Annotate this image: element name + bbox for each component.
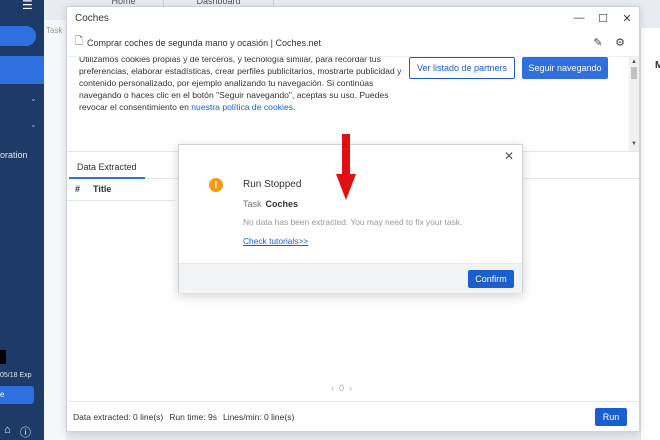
scroll-up-icon[interactable]: ▲	[631, 59, 637, 65]
tutorials-link[interactable]: Check tutorials>>	[243, 236, 308, 246]
continue-browsing-button[interactable]: Seguir navegando	[522, 57, 608, 79]
menu-icon[interactable]: ☰	[22, 0, 36, 11]
status-bar: Data extracted: 0 line(s) Run time: 9s L…	[67, 401, 639, 431]
next-page-icon[interactable]: ›	[349, 383, 352, 393]
home-icon[interactable]: ⌂	[4, 424, 11, 436]
right-edge-letter: M	[655, 60, 660, 71]
url-bar: 🗋 Comprar coches de segunda mano y ocasi…	[67, 29, 639, 57]
chevron-down-icon[interactable]: ⌄	[30, 94, 37, 103]
gear-icon[interactable]: ⚙	[609, 36, 631, 49]
sidebar-new-button[interactable]	[0, 26, 36, 46]
run-time: Run time: 9s	[169, 411, 217, 422]
dialog-footer: Confirm	[179, 263, 522, 293]
page-number: 0	[339, 383, 345, 393]
scrollbar-thumb[interactable]	[631, 67, 637, 79]
avatar	[0, 350, 6, 364]
page-title: Comprar coches de segunda mano y ocasión…	[87, 37, 322, 48]
background-task-panel: Task	[44, 20, 66, 440]
upgrade-button[interactable]: e	[0, 386, 34, 404]
minimize-icon[interactable]: —	[567, 12, 591, 24]
dialog-title: Run Stopped	[243, 179, 302, 190]
table-header: # Title	[67, 179, 175, 201]
scroll-down-icon[interactable]: ▼	[631, 141, 637, 147]
window-title: Coches	[75, 12, 109, 24]
sidebar-item-label[interactable]: oration	[0, 150, 44, 160]
close-icon[interactable]: ✕	[615, 12, 639, 25]
dialog-message: No data has been extracted. You may need…	[243, 217, 463, 227]
cookie-notice: Utilizamos cookies propias y de terceros…	[79, 57, 404, 113]
annotation-arrow-icon	[336, 134, 356, 200]
expiry-text: 05/18 Exp	[0, 372, 32, 379]
info-icon[interactable]: ⓘ	[20, 424, 31, 440]
column-title: Title	[93, 184, 112, 194]
window-titlebar: Coches — ☐ ✕	[67, 7, 639, 29]
confirm-button[interactable]: Confirm	[468, 270, 514, 288]
cookie-policy-link[interactable]: nuestra política de cookies	[191, 102, 293, 112]
task-label: Task	[243, 199, 262, 209]
tab-data-extracted[interactable]: Data Extracted	[69, 155, 145, 179]
cookie-end: .	[293, 102, 296, 112]
column-index: #	[75, 184, 81, 194]
close-icon[interactable]: ✕	[504, 149, 514, 163]
task-name: Coches	[265, 199, 299, 209]
extracted-count: Data extracted: 0 line(s)	[73, 411, 164, 422]
partners-button[interactable]: Ver listado de partners	[409, 57, 515, 79]
lines-per-minute: Lines/min: 0 line(s)	[222, 411, 295, 422]
pagination: ‹ 0 ›	[331, 383, 352, 393]
dialog-task: Task Coches	[243, 199, 298, 209]
app-sidebar: ☰ ⌄ ⌄ oration 05/18 Exp e ⌂ ⓘ	[0, 0, 44, 440]
warning-icon: !	[209, 178, 223, 192]
prev-page-icon[interactable]: ‹	[331, 383, 334, 393]
chevron-down-icon[interactable]: ⌄	[30, 120, 37, 129]
run-button[interactable]: Run	[595, 408, 627, 426]
maximize-icon[interactable]: ☐	[591, 12, 615, 25]
edit-icon[interactable]: ✎	[587, 36, 609, 49]
document-icon: 🗋	[75, 36, 84, 47]
sidebar-item-active[interactable]	[0, 56, 44, 84]
task-label-partial: Task	[46, 26, 63, 35]
background-right-panel: M	[640, 28, 660, 440]
scrollbar[interactable]: ▲ ▼	[629, 57, 639, 151]
